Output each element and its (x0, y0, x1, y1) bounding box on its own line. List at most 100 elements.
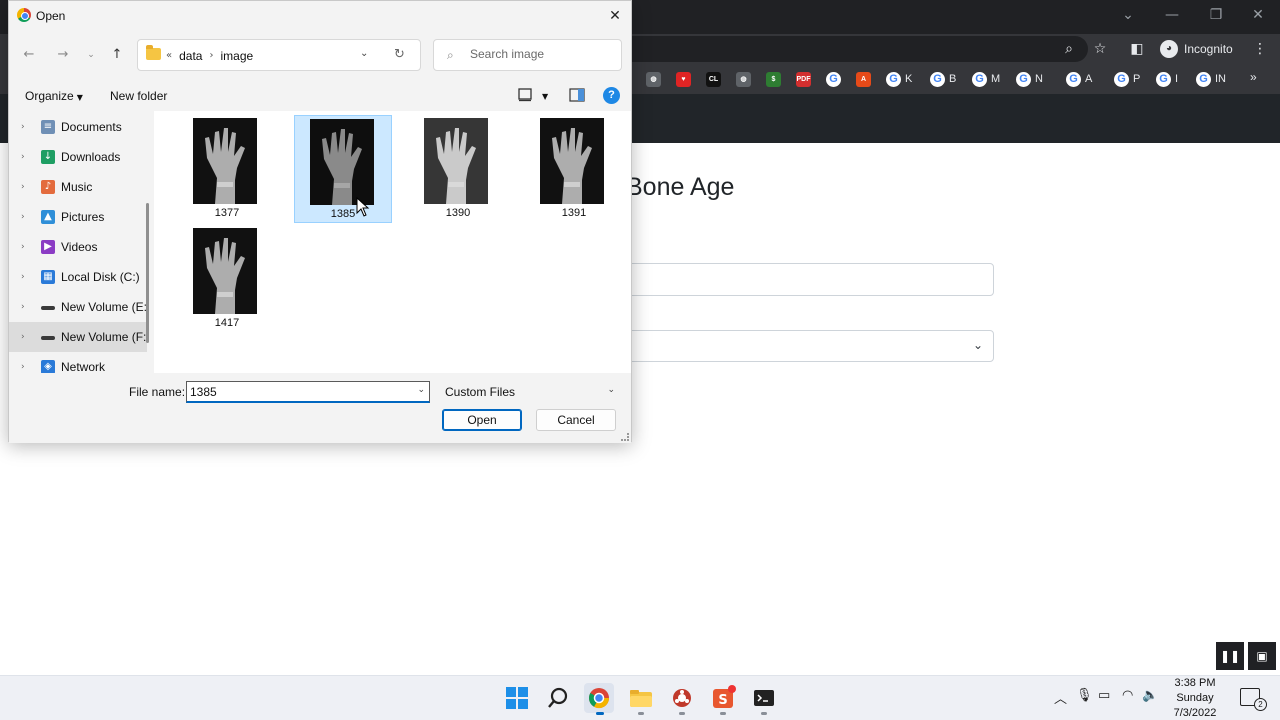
expand-chevron-icon[interactable]: › (21, 152, 41, 162)
sidebar-item-pictures[interactable]: › ▲ Pictures (9, 202, 147, 232)
bookmark-item[interactable]: $ (766, 70, 781, 88)
bookmark-item[interactable]: GI (1156, 70, 1178, 88)
sublime-icon[interactable]: S (708, 683, 738, 713)
change-view-icon[interactable] (518, 88, 534, 102)
expand-chevron-icon[interactable]: › (21, 272, 41, 282)
file-explorer-icon[interactable] (626, 683, 656, 713)
expand-chevron-icon[interactable]: › (21, 332, 41, 342)
file-item[interactable]: 1377 (178, 115, 276, 223)
bookmark-star-icon[interactable]: ☆ (1089, 38, 1111, 60)
bookmark-item[interactable]: A (856, 70, 871, 88)
restore-icon[interactable]: ❐ (1196, 4, 1236, 26)
navigation-pane: › ≡ Documents › ↓ Downloads › ♪ Music › ▲ Pictures ›… (9, 111, 149, 373)
chevron-right-icon[interactable]: › (209, 49, 213, 63)
taskbar-clock[interactable]: 3:38 PM Sunday 7/3/2022 (1160, 676, 1230, 720)
refresh-icon[interactable]: ↻ (394, 47, 405, 62)
picture-in-picture-icon[interactable]: ▣ (1248, 642, 1276, 670)
file-name-input[interactable] (190, 385, 410, 399)
sidebar-item-label: New Volume (F: (61, 330, 147, 344)
breadcrumb-item-data[interactable]: data (179, 49, 202, 63)
file-item[interactable]: 1385 (294, 115, 392, 223)
start-icon[interactable] (502, 683, 532, 713)
preview-pane-icon[interactable] (569, 88, 585, 102)
menu-icon[interactable]: ⋮ (1249, 38, 1271, 60)
network-icon: ◈ (41, 360, 55, 373)
expand-chevron-icon[interactable]: › (21, 212, 41, 222)
search-icon[interactable] (543, 683, 573, 713)
search-box[interactable]: ⌕ (433, 39, 622, 71)
bookmark-item[interactable]: ♥ (676, 70, 691, 88)
back-arrow-icon[interactable]: ← (19, 45, 39, 65)
volume-icon[interactable]: 🔈 (1142, 688, 1158, 703)
terminal-icon[interactable] (749, 683, 779, 713)
tray-chevron-icon[interactable]: ︿ (1054, 688, 1067, 707)
cancel-button[interactable]: Cancel (536, 409, 616, 431)
bookmark-item[interactable]: CL (706, 70, 721, 88)
chevron-down-icon[interactable]: ⌄ (417, 385, 425, 395)
bookmark-item[interactable]: ◍ (646, 70, 661, 88)
app-icon[interactable] (667, 683, 697, 713)
forward-arrow-icon[interactable]: → (53, 45, 73, 65)
recent-locations-icon[interactable]: ⌄ (81, 45, 101, 65)
chrome-icon[interactable] (584, 683, 614, 713)
file-item[interactable]: 1391 (525, 115, 623, 223)
microphone-icon[interactable]: 🎙 (1076, 688, 1093, 703)
breadcrumb-item-image[interactable]: image (220, 49, 253, 63)
address-bar[interactable] (632, 36, 1088, 62)
expand-chevron-icon[interactable]: › (21, 182, 41, 192)
tab-search-icon[interactable]: ⌄ (1108, 4, 1148, 26)
notification-icon[interactable]: 2 (1240, 688, 1267, 711)
bookmark-item[interactable]: GA (1066, 70, 1092, 88)
help-icon[interactable]: ? (603, 87, 620, 104)
zoom-icon[interactable]: ⌕ (1058, 38, 1080, 60)
sidebar-scrollbar[interactable] (146, 203, 149, 343)
page-select[interactable]: ⌄ (620, 330, 994, 362)
sidebar-item-network[interactable]: › ◈ Network (9, 352, 147, 373)
expand-chevron-icon[interactable]: › (21, 362, 41, 372)
bookmark-item[interactable]: G IN (1196, 70, 1226, 88)
expand-chevron-icon[interactable]: › (21, 122, 41, 132)
bookmark-item[interactable]: G (826, 70, 841, 88)
pause-icon[interactable]: ❚❚ (1216, 642, 1244, 670)
bookmark-item[interactable]: GM (972, 70, 1000, 88)
sidebar-item-downloads[interactable]: › ↓ Downloads (9, 142, 147, 172)
view-options-icon[interactable]: ▼ (542, 92, 548, 101)
new-folder-button[interactable]: New folder (110, 89, 167, 103)
file-name-field[interactable]: ⌄ (186, 381, 430, 403)
file-item[interactable]: 1390 (409, 115, 507, 223)
sidebar-item-new-volume-f[interactable]: › New Volume (F: (9, 322, 147, 352)
close-icon[interactable]: ✕ (603, 4, 627, 28)
side-panel-icon[interactable]: ◧ (1126, 38, 1148, 60)
organize-button[interactable]: Organize ▼ (25, 89, 83, 103)
sidebar-item-new-volume-e[interactable]: › New Volume (E: (9, 292, 147, 322)
close-window-icon[interactable]: ✕ (1238, 4, 1278, 26)
sidebar-item-label: Pictures (61, 210, 105, 224)
sidebar-item-music[interactable]: › ♪ Music (9, 172, 147, 202)
bookmark-item[interactable]: GB (930, 70, 956, 88)
bookmark-item[interactable]: GP (1114, 70, 1140, 88)
sidebar-item-local-disk-c[interactable]: › ▦ Local Disk (C:) (9, 262, 147, 292)
chevron-down-icon[interactable]: ⌄ (360, 48, 368, 59)
expand-chevron-icon[interactable]: › (21, 302, 41, 312)
file-type-select[interactable]: Custom Files ⌄ (441, 381, 619, 403)
battery-icon[interactable]: ▭ (1098, 688, 1110, 703)
breadcrumb[interactable]: « data › image ⌄ ↻ (137, 39, 421, 71)
more-bookmarks-icon[interactable]: » (1250, 70, 1257, 84)
bookmark-item[interactable]: GN (1016, 70, 1043, 88)
resize-grip-icon[interactable] (621, 433, 629, 441)
incognito-badge[interactable]: ◕ Incognito (1156, 37, 1243, 61)
sidebar-item-documents[interactable]: › ≡ Documents (9, 112, 147, 142)
bookmark-item[interactable]: PDF (796, 70, 811, 88)
file-item[interactable]: 1417 (178, 225, 276, 333)
bookmark-item[interactable]: GK (886, 70, 912, 88)
up-arrow-icon[interactable]: ↑ (107, 45, 127, 65)
wifi-icon[interactable]: ◠ (1122, 688, 1133, 703)
bookmark-item[interactable]: ◍ (736, 70, 751, 88)
search-input[interactable] (470, 47, 610, 61)
sidebar-item-videos[interactable]: › ▶ Videos (9, 232, 147, 262)
page-file-input[interactable] (620, 263, 994, 296)
breadcrumb-overflow[interactable]: « (166, 49, 172, 63)
minimize-icon[interactable]: — (1152, 4, 1192, 26)
expand-chevron-icon[interactable]: › (21, 242, 41, 252)
open-button[interactable]: Open (442, 409, 522, 431)
